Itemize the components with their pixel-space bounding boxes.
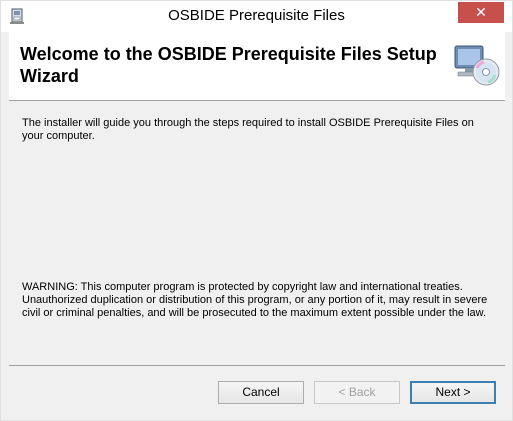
wizard-content: The installer will guide you through the…: [9, 102, 505, 364]
close-button[interactable]: ✕: [458, 2, 504, 23]
close-icon: ✕: [475, 4, 487, 20]
copyright-warning: WARNING: This computer program is protec…: [22, 281, 488, 319]
intro-text: The installer will guide you through the…: [22, 117, 474, 142]
next-button[interactable]: Next >: [410, 381, 496, 404]
cancel-button[interactable]: Cancel: [218, 381, 304, 404]
button-bar: Cancel < Back Next >: [9, 365, 505, 414]
window-title: OSBIDE Prerequisite Files: [168, 7, 345, 24]
page-title: Welcome to the OSBIDE Prerequisite Files…: [20, 44, 437, 86]
title-bar[interactable]: OSBIDE Prerequisite Files ✕: [1, 1, 512, 32]
header-banner: Welcome to the OSBIDE Prerequisite Files…: [9, 32, 505, 101]
setup-wizard-window: OSBIDE Prerequisite Files ✕ Welcome to t…: [0, 0, 513, 421]
computer-cd-icon: [453, 42, 501, 90]
back-button[interactable]: < Back: [314, 381, 400, 404]
